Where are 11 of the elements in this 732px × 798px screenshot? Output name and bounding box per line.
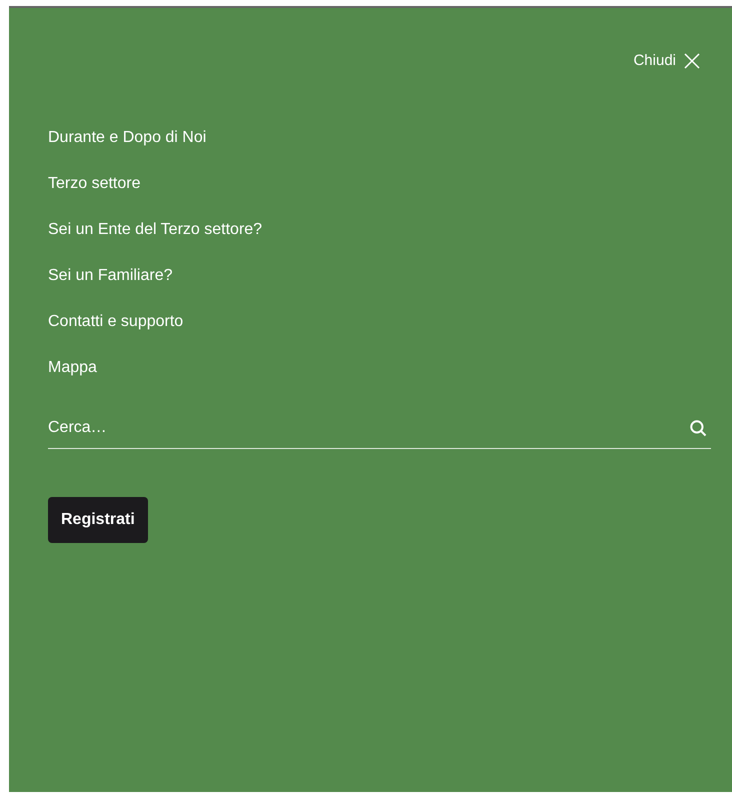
search-icon[interactable]	[689, 418, 707, 436]
close-icon	[684, 53, 700, 70]
register-button[interactable]: Registrati	[48, 496, 148, 542]
menu-link[interactable]: Sei un Familiare?	[48, 264, 172, 288]
menu-link[interactable]: Durante e Dopo di Noi	[48, 126, 206, 150]
menu-link[interactable]: Terzo settore	[48, 172, 140, 196]
menu-link[interactable]: Contatti e supporto	[48, 310, 184, 334]
search-field[interactable]: Cerca…	[48, 416, 689, 440]
close-button[interactable]: Chiudi	[633, 50, 700, 72]
menu-link[interactable]: Sei un Ente del Terzo settore?	[48, 218, 262, 242]
menu-link[interactable]: Mappa	[48, 356, 97, 380]
